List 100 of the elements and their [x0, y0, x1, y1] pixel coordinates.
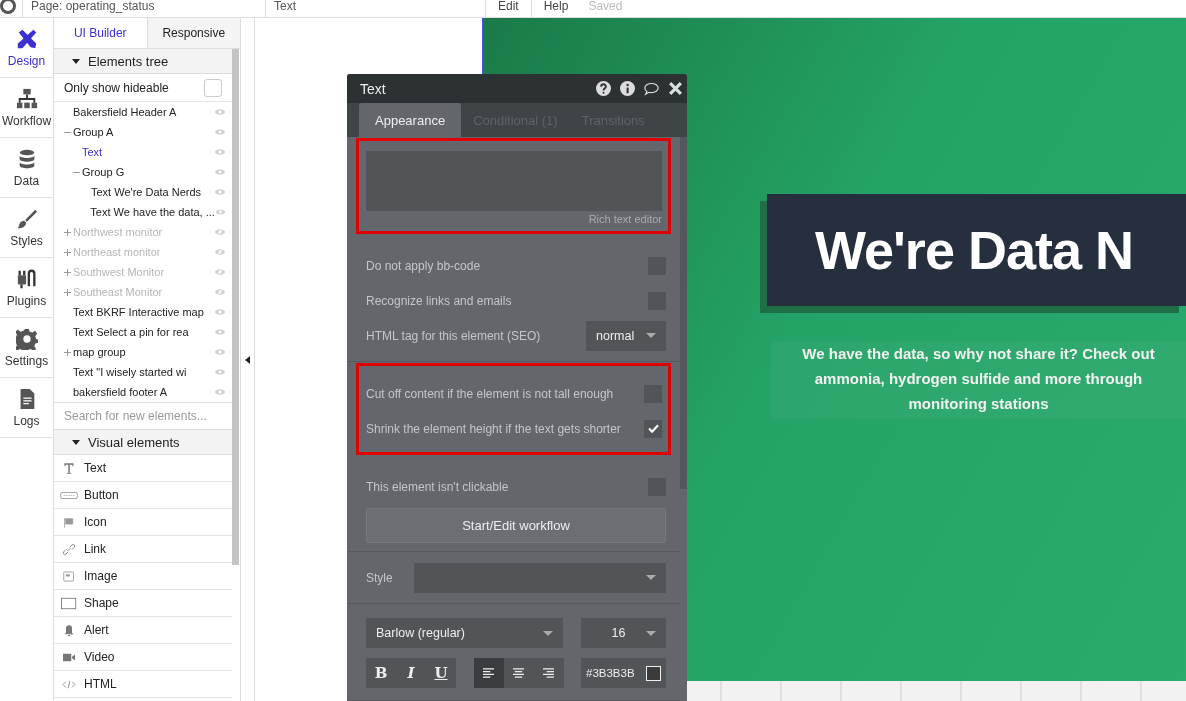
expand-icon[interactable]	[64, 288, 71, 296]
align-button[interactable]	[473, 658, 504, 688]
nav-icon	[15, 267, 38, 290]
nav-item[interactable]: Plugins	[0, 258, 53, 318]
scrollbar[interactable]	[232, 49, 239, 565]
font-size-dropdown[interactable]: 16	[581, 618, 666, 648]
eye-icon[interactable]	[214, 308, 226, 316]
element-type-item[interactable]: Link	[84, 542, 106, 556]
comment-icon[interactable]	[644, 81, 659, 96]
scrollbar[interactable]	[680, 137, 687, 489]
hero-heading: We're Data N	[815, 219, 1133, 281]
check-icon	[647, 424, 659, 433]
checkbox[interactable]	[204, 78, 222, 97]
nav-item[interactable]: Design	[0, 18, 53, 78]
nav-icon	[15, 27, 38, 50]
section-header[interactable]: Visual elements	[54, 430, 232, 455]
align-icon	[542, 667, 555, 679]
eye-icon[interactable]	[214, 168, 226, 176]
section-header[interactable]: Elements tree	[54, 49, 232, 74]
nav-item[interactable]: Styles	[0, 198, 53, 258]
tree-item[interactable]: Text Select a pin for rea	[73, 326, 214, 338]
editor-title: Text	[360, 80, 386, 97]
tree-item[interactable]: Bakersfield Header A	[73, 106, 214, 118]
nav-item[interactable]: Data	[0, 138, 53, 198]
tree-item[interactable]: Group A	[73, 126, 214, 138]
search-field[interactable]: Search for new elements...	[54, 402, 232, 430]
tree-item[interactable]: Text We're Data Nerds	[91, 186, 214, 198]
align-icon	[512, 667, 525, 679]
element-type-item[interactable]: Icon	[84, 515, 107, 529]
element-type-icon	[60, 542, 78, 556]
caret-icon	[646, 630, 656, 636]
element-type-item[interactable]: Video	[84, 650, 115, 664]
save-status: Saved	[587, 0, 623, 15]
close-icon[interactable]	[668, 81, 683, 96]
nav-item[interactable]: Settings	[0, 318, 53, 378]
hero-subtitle-line: We have the data, so why not share it? Check out	[802, 344, 1155, 364]
hero-subtitle-line: monitoring stations	[908, 394, 1049, 414]
option-label: Recognize links and emails	[366, 293, 512, 308]
option-label: This element isn't clickable	[366, 479, 509, 494]
eye-icon[interactable]	[214, 248, 226, 256]
tree-item[interactable]: Group G	[82, 166, 214, 178]
element-type-item[interactable]: HTML	[84, 677, 117, 691]
eye-icon[interactable]	[214, 128, 226, 136]
tree-item[interactable]: Text "I wisely started wi	[73, 366, 214, 378]
field-caption: Rich text editor	[588, 213, 662, 225]
option-label: Do not apply bb-code	[366, 258, 481, 273]
eye-icon[interactable]	[214, 348, 226, 356]
collapse-arrow-icon[interactable]	[245, 356, 250, 364]
element-dropdown[interactable]: Text	[265, 0, 485, 17]
checkbox[interactable]	[644, 419, 662, 438]
tree-item[interactable]: Text	[82, 146, 214, 158]
element-type-item[interactable]: Text	[84, 461, 106, 475]
nav-icon	[15, 207, 38, 230]
option-label: Cut off content if the element is not tall enough	[366, 386, 614, 401]
menu-item[interactable]: Edit	[485, 0, 531, 17]
eye-icon[interactable]	[214, 368, 226, 376]
tree-item[interactable]: bakersfield footer A	[73, 386, 214, 398]
eye-icon[interactable]	[214, 188, 226, 196]
tree-item[interactable]: map group	[73, 346, 214, 358]
page-dropdown[interactable]: Page: operating_status	[22, 0, 265, 17]
font-dropdown[interactable]: Barlow (regular)	[366, 618, 563, 648]
eye-icon[interactable]	[214, 328, 226, 336]
eye-icon[interactable]	[214, 108, 226, 116]
caret-icon	[543, 630, 553, 636]
expand-icon[interactable]	[64, 228, 71, 236]
expand-icon[interactable]	[64, 348, 71, 356]
eye-icon[interactable]	[214, 208, 226, 216]
nav-item[interactable]: Logs	[0, 378, 53, 438]
eye-icon[interactable]	[214, 148, 226, 156]
caret-icon	[646, 575, 656, 580]
element-type-item[interactable]: Shape	[84, 596, 119, 610]
align-icon	[482, 667, 495, 679]
logo-ring-icon	[0, 0, 16, 14]
eye-icon[interactable]	[214, 268, 226, 276]
tree-item[interactable]: Text We have the data, ...	[90, 206, 215, 218]
expand-icon[interactable]	[64, 248, 71, 256]
nav-item[interactable]: Workflow	[0, 78, 53, 138]
element-type-item[interactable]: Alert	[84, 623, 109, 637]
element-type-item[interactable]: Button	[84, 488, 119, 502]
style-dropdown[interactable]	[414, 562, 666, 593]
info-icon[interactable]	[620, 81, 635, 96]
eye-icon[interactable]	[214, 228, 226, 236]
expand-icon[interactable]	[64, 268, 71, 276]
editor-tab[interactable]: Appearance	[359, 103, 462, 137]
checkbox-label: Only show hideable	[64, 80, 169, 95]
eye-icon[interactable]	[214, 288, 226, 296]
menu-item[interactable]: Help	[530, 0, 581, 17]
tree-item[interactable]: Text BKRF Interactive map	[73, 306, 214, 318]
tag-dropdown[interactable]: normal	[586, 320, 666, 351]
workflow-button[interactable]: Start/Edit workflow	[366, 508, 666, 543]
caret-icon	[646, 333, 656, 338]
help-icon[interactable]	[596, 81, 611, 96]
eye-icon[interactable]	[214, 388, 226, 396]
hero-subtitle-line: ammonia, hydrogen sulfide and more through	[814, 369, 1143, 389]
color-field[interactable]: #3B3B3B	[581, 658, 666, 688]
panel-tab[interactable]: Responsive	[146, 18, 240, 48]
option-label: Style	[366, 570, 393, 585]
element-type-item[interactable]: Image	[84, 569, 118, 583]
element-type-icon	[60, 596, 78, 610]
nav-icon	[15, 87, 38, 110]
